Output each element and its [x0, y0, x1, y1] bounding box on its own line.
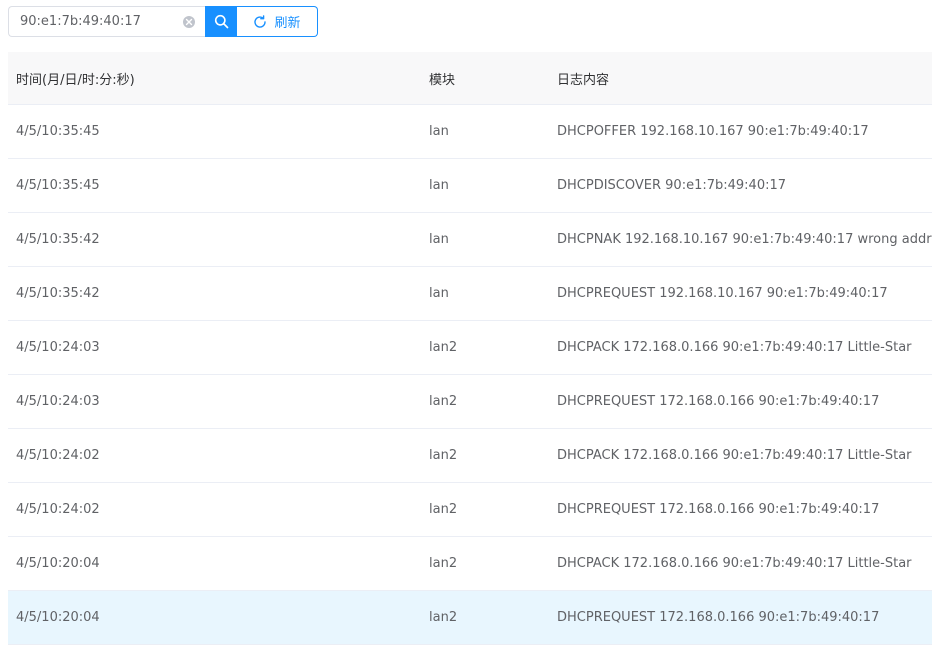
- cell-module: lan2: [429, 340, 458, 355]
- cell-time: 4/5/10:20:04: [16, 610, 100, 625]
- table-header: 时间(月/日/时:分:秒) 模块 日志内容: [8, 52, 932, 105]
- cell-module: lan2: [429, 448, 458, 463]
- header-content[interactable]: 日志内容: [549, 69, 932, 88]
- header-time[interactable]: 时间(月/日/时:分:秒): [8, 69, 421, 88]
- cell-module: lan2: [429, 502, 458, 517]
- cell-content: DHCPNAK 192.168.10.167 90:e1:7b:49:40:17…: [557, 232, 932, 247]
- cell-content: DHCPOFFER 192.168.10.167 90:e1:7b:49:40:…: [557, 124, 869, 139]
- cell-content: DHCPACK 172.168.0.166 90:e1:7b:49:40:17 …: [557, 556, 912, 571]
- search-toolbar: 刷新: [8, 6, 318, 37]
- cell-content: DHCPACK 172.168.0.166 90:e1:7b:49:40:17 …: [557, 340, 912, 355]
- table-row[interactable]: 4/5/10:24:02 lan2 DHCPACK 172.168.0.166 …: [8, 429, 932, 483]
- cell-time: 4/5/10:24:02: [16, 502, 100, 517]
- cell-time: 4/5/10:35:45: [16, 178, 100, 193]
- table-row[interactable]: 4/5/10:35:42 lan DHCPNAK 192.168.10.167 …: [8, 213, 932, 267]
- cell-module: lan: [429, 232, 449, 247]
- table-row[interactable]: 4/5/10:35:42 lan DHCPREQUEST 192.168.10.…: [8, 267, 932, 321]
- cell-content: DHCPREQUEST 172.168.0.166 90:e1:7b:49:40…: [557, 502, 880, 517]
- cell-module: lan2: [429, 394, 458, 409]
- cell-time: 4/5/10:24:02: [16, 448, 100, 463]
- cell-time: 4/5/10:24:03: [16, 394, 100, 409]
- log-table: 时间(月/日/时:分:秒) 模块 日志内容 4/5/10:35:45 lan D…: [8, 52, 932, 645]
- cell-module: lan: [429, 286, 449, 301]
- cell-content: DHCPREQUEST 192.168.10.167 90:e1:7b:49:4…: [557, 286, 888, 301]
- search-icon: [214, 14, 228, 29]
- table-row[interactable]: 4/5/10:24:03 lan2 DHCPREQUEST 172.168.0.…: [8, 375, 932, 429]
- cell-time: 4/5/10:24:03: [16, 340, 100, 355]
- table-row[interactable]: 4/5/10:24:02 lan2 DHCPREQUEST 172.168.0.…: [8, 483, 932, 537]
- cell-content: DHCPACK 172.168.0.166 90:e1:7b:49:40:17 …: [557, 448, 912, 463]
- cell-content: DHCPREQUEST 172.168.0.166 90:e1:7b:49:40…: [557, 610, 880, 625]
- search-button[interactable]: [205, 6, 237, 37]
- cell-content: DHCPREQUEST 172.168.0.166 90:e1:7b:49:40…: [557, 394, 880, 409]
- table-row-hovered[interactable]: 4/5/10:20:04 lan2 DHCPREQUEST 172.168.0.…: [8, 591, 932, 645]
- refresh-icon: [254, 14, 267, 28]
- cell-time: 4/5/10:35:42: [16, 232, 100, 247]
- refresh-button[interactable]: 刷新: [237, 6, 318, 37]
- close-icon: [185, 18, 193, 26]
- header-module[interactable]: 模块: [421, 69, 549, 88]
- search-box: [8, 6, 205, 37]
- cell-time: 4/5/10:35:45: [16, 124, 100, 139]
- refresh-label: 刷新: [274, 16, 301, 31]
- cell-module: lan2: [429, 610, 458, 625]
- cell-content: DHCPDISCOVER 90:e1:7b:49:40:17: [557, 178, 787, 193]
- table-row[interactable]: 4/5/10:35:45 lan DHCPOFFER 192.168.10.16…: [8, 105, 932, 159]
- table-row[interactable]: 4/5/10:24:03 lan2 DHCPACK 172.168.0.166 …: [8, 321, 932, 375]
- clear-icon[interactable]: [183, 16, 195, 28]
- cell-module: lan: [429, 178, 449, 193]
- cell-module: lan: [429, 124, 449, 139]
- table-row[interactable]: 4/5/10:20:04 lan2 DHCPACK 172.168.0.166 …: [8, 537, 932, 591]
- table-row[interactable]: 4/5/10:35:45 lan DHCPDISCOVER 90:e1:7b:4…: [8, 159, 932, 213]
- cell-module: lan2: [429, 556, 458, 571]
- cell-time: 4/5/10:20:04: [16, 556, 100, 571]
- search-input[interactable]: [9, 8, 180, 35]
- cell-time: 4/5/10:35:42: [16, 286, 100, 301]
